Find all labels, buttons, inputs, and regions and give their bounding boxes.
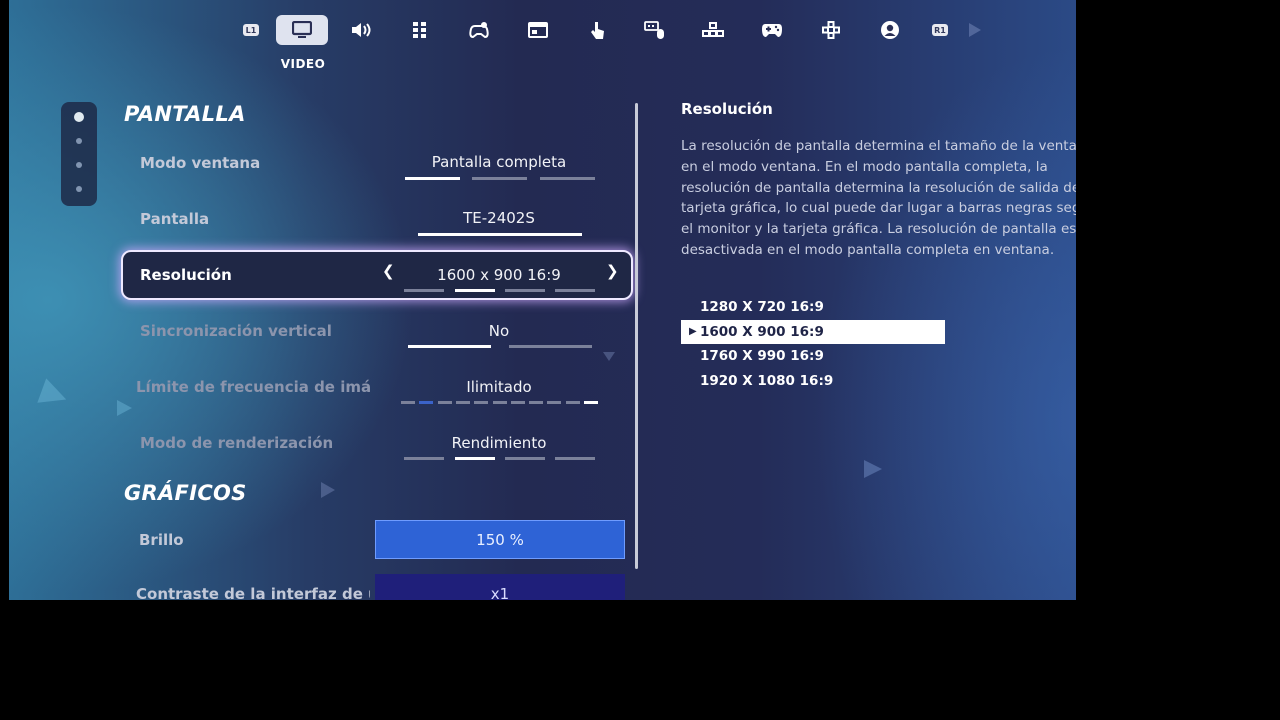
- tab-controls-settings[interactable]: [453, 15, 505, 45]
- setting-value: Rendimiento: [451, 434, 547, 452]
- page-dot: [76, 162, 82, 168]
- option-segment: [565, 401, 580, 404]
- setting-label: Brillo: [139, 531, 184, 549]
- controller-icon: [762, 24, 782, 37]
- page-dot: [76, 138, 82, 144]
- dpad-icon: [822, 21, 840, 39]
- option-segment-selected: [408, 345, 491, 348]
- page-indicator: [61, 102, 97, 206]
- l1-button-hint[interactable]: L1: [243, 24, 259, 36]
- description-text: La resolución de pantalla determina el t…: [681, 138, 1076, 258]
- section-title-graficos: GRÁFICOS: [124, 481, 247, 505]
- setting-value: Pantalla completa: [431, 153, 567, 171]
- decor-triangle: [603, 352, 615, 361]
- r1-button-hint[interactable]: R1: [932, 24, 948, 36]
- active-tab-title: VIDEO: [280, 57, 326, 71]
- brightness-slider[interactable]: 150 %: [375, 520, 625, 559]
- description-title: Resolución: [681, 100, 773, 118]
- speaker-icon: [352, 23, 371, 37]
- decor-triangle: [969, 23, 981, 37]
- option-segment-selected: [455, 457, 495, 460]
- option-segment: [505, 457, 545, 460]
- resolution-option-selected[interactable]: ▶ 1600 X 900 16:9: [681, 319, 945, 344]
- option-segment-selected: [405, 177, 460, 180]
- option-segment: [529, 401, 544, 404]
- tab-video[interactable]: [276, 15, 328, 45]
- option-segment: [474, 401, 489, 404]
- chevron-left-icon[interactable]: ❮: [382, 262, 395, 280]
- tab-keyboard-mouse[interactable]: [629, 15, 681, 45]
- setting-label: Sincronización vertical: [140, 322, 332, 340]
- tab-build-controls[interactable]: [687, 15, 739, 45]
- contrast-slider[interactable]: x1: [375, 574, 625, 600]
- tab-controller[interactable]: [746, 15, 798, 45]
- setting-label: Modo de renderización: [140, 434, 334, 452]
- option-segment: [437, 401, 452, 404]
- option-segment: [404, 289, 444, 292]
- grid-icon: [413, 22, 426, 38]
- option-segment-selected: [584, 401, 598, 404]
- option-segment-selected: [455, 289, 495, 292]
- setting-value: Ilimitado: [466, 378, 532, 396]
- tab-touch[interactable]: [571, 15, 623, 45]
- build-icon: [702, 22, 724, 37]
- decor-triangle: [117, 400, 132, 416]
- setting-value: TE-2402S: [463, 209, 535, 227]
- option-segment: [505, 289, 545, 292]
- option-segment: [509, 345, 592, 348]
- section-title-pantalla: PANTALLA: [124, 102, 246, 126]
- caret-right-icon: ▶: [689, 325, 697, 337]
- resolution-option[interactable]: 1920 X 1080 16:9: [681, 369, 945, 394]
- monitor-icon: [292, 21, 312, 38]
- option-segment: [510, 401, 525, 404]
- setting-value: 1600 x 900 16:9: [437, 266, 561, 284]
- option-segment: [555, 457, 595, 460]
- setting-label: Límite de frecuencia de imág: [136, 378, 370, 396]
- setting-label: Contraste de la interfaz de u: [136, 585, 370, 600]
- option-segment: [401, 401, 415, 404]
- category-tab-bar: L1 R1: [9, 12, 1076, 48]
- resolution-options-list: 1280 X 720 16:9 ▶ 1600 X 900 16:9 1760 X …: [681, 295, 945, 393]
- decor-triangle: [864, 460, 882, 478]
- tab-audio[interactable]: [335, 15, 387, 45]
- settings-screen: L1 R1 VIDEO PANTALLA Modo ventana Pantal…: [9, 0, 1076, 600]
- option-segment: [547, 401, 562, 404]
- tab-hud[interactable]: [512, 15, 564, 45]
- settings-scrollbar[interactable]: [635, 103, 638, 569]
- tab-account[interactable]: [864, 15, 916, 45]
- option-segment: [472, 177, 527, 180]
- setting-label: Modo ventana: [140, 154, 261, 172]
- keyboard-mouse-icon: [644, 21, 664, 39]
- tab-controller-binds[interactable]: [805, 15, 857, 45]
- decor-triangle: [321, 482, 335, 498]
- gamepad-gear-icon: [469, 22, 489, 39]
- option-segment: [419, 401, 434, 404]
- option-segment: [540, 177, 595, 180]
- option-segment-selected: [418, 233, 582, 236]
- page-dot: [76, 186, 82, 192]
- account-icon: [881, 21, 899, 39]
- option-segment: [404, 457, 444, 460]
- option-segment: [555, 289, 595, 292]
- setting-label: Pantalla: [140, 210, 210, 228]
- resolution-option[interactable]: 1280 X 720 16:9: [681, 295, 945, 320]
- window-icon: [528, 22, 548, 38]
- setting-value: No: [488, 322, 510, 340]
- touch-icon: [591, 22, 604, 39]
- decor-triangle: [37, 378, 71, 412]
- option-segment: [455, 401, 470, 404]
- option-segment: [492, 401, 507, 404]
- setting-label: Resolución: [140, 266, 232, 284]
- chevron-right-icon[interactable]: ❯: [606, 262, 619, 280]
- resolution-option[interactable]: 1760 X 990 16:9: [681, 344, 945, 369]
- page-dot-active: [74, 112, 84, 122]
- tab-accessibility[interactable]: [394, 15, 446, 45]
